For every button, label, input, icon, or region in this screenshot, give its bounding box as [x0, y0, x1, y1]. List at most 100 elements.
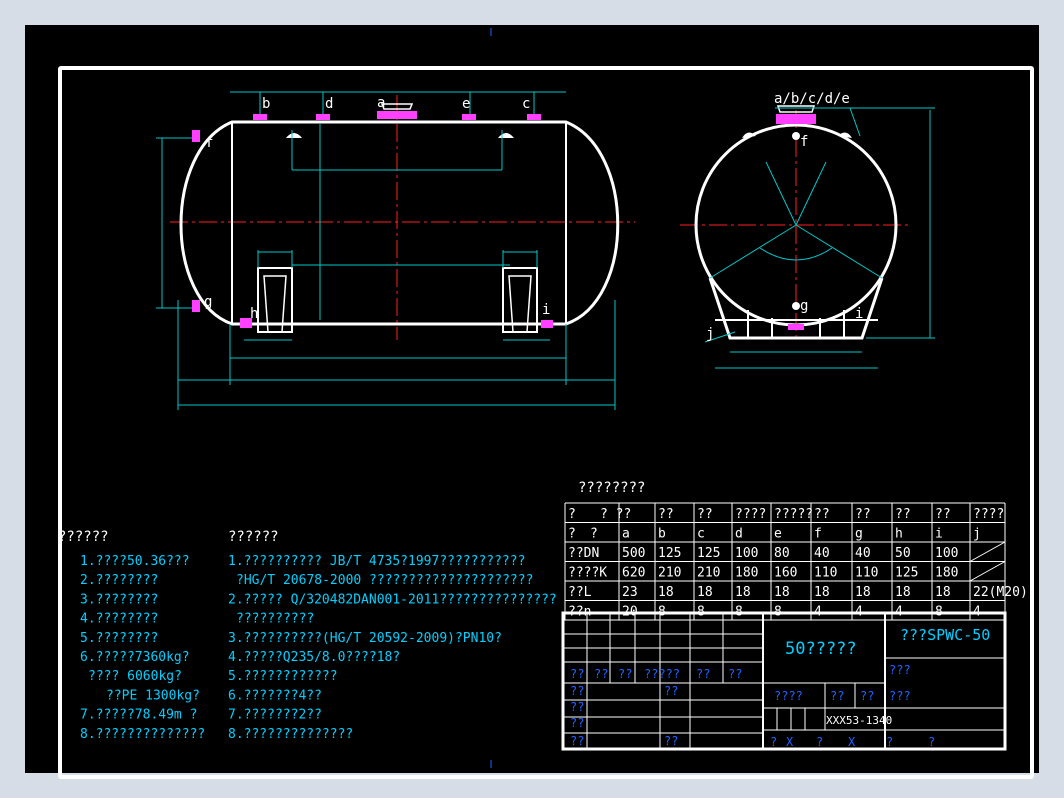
nozzle-c	[527, 114, 541, 120]
front-view: b d a e c f g h i	[156, 91, 635, 410]
tb-cell-label: ??	[570, 667, 584, 681]
tb-cell-label: X	[848, 735, 856, 749]
notes-left: ?????? 1.????50.36??? 2.???????? 3.???????…	[58, 529, 205, 742]
table-cell: ????K	[568, 566, 607, 581]
table-cell: 22(M20)	[973, 585, 1028, 600]
side-manway	[776, 114, 816, 124]
tb-cell-label: ??	[570, 716, 584, 730]
nozzle-e	[462, 114, 476, 120]
table-cell: 180	[735, 566, 758, 581]
table-cell: ????	[735, 507, 766, 522]
table-cell: 110	[814, 566, 837, 581]
table-cell: 125	[895, 566, 918, 581]
note-right-line: 1.?????????? JB/T 4735?1997???????????	[228, 554, 525, 569]
table-cell: ??	[855, 507, 871, 522]
table-cell: 100	[735, 546, 758, 561]
table-cell: h	[895, 527, 903, 542]
label-a: a	[377, 95, 385, 111]
nozzle-a-manway	[377, 111, 417, 119]
table-cell: e	[774, 527, 782, 542]
table-cell: ?????	[774, 507, 813, 522]
table-cell: ?	[568, 507, 576, 522]
table-cell: d	[735, 527, 743, 542]
table-cell: 80	[774, 546, 790, 561]
label-i: i	[542, 302, 550, 318]
cad-viewport[interactable]: b d a e c f g h i a/b/c/d/e f g i j ????…	[25, 25, 1039, 779]
nozzle-b	[253, 114, 267, 120]
tb-cell-label: ?????	[644, 667, 680, 681]
tb-cell-label: ??	[570, 684, 584, 698]
table-slash	[969, 541, 1006, 562]
tb-cell-label: ?	[770, 735, 777, 749]
table-cell: 210	[697, 566, 720, 581]
label-b: b	[262, 96, 270, 112]
drawing-code: XXX53-1340	[826, 714, 892, 727]
table-cell: 18	[658, 585, 674, 600]
table-cell: ????	[973, 507, 1004, 522]
note-right-line: 5.????????????	[228, 669, 338, 684]
note-right-line: 8.??????????????	[228, 727, 353, 742]
table-cell: 18	[935, 585, 951, 600]
saddle-right	[502, 267, 538, 333]
side-bottom-nozzle	[788, 324, 804, 330]
note-right-line: ??????????	[236, 612, 314, 627]
tb-cell-label: ??	[696, 667, 710, 681]
side-label-f: f	[800, 134, 808, 150]
label-g: g	[204, 294, 212, 310]
nozzle-table: ???????? ?? ????????????????????????????…	[564, 480, 1028, 621]
table-cell: 18	[895, 585, 911, 600]
label-d: d	[325, 96, 333, 112]
note-left-line: 2.????????	[80, 573, 158, 588]
drawing-number: ???SPWC-50	[900, 626, 990, 644]
tb-cell-label: ??	[618, 667, 632, 681]
table-cell: c	[697, 527, 705, 542]
side-label-j: j	[706, 326, 714, 342]
table-cell: ??L	[568, 585, 592, 600]
nozzle-i	[541, 320, 553, 328]
tb-cell-label: ???	[889, 663, 911, 677]
tb-cell-label: ?	[928, 735, 935, 749]
note-left-line: 5.????????	[80, 631, 158, 646]
notes-right-heading: ??????	[228, 529, 279, 545]
table-cell: 18	[774, 585, 790, 600]
table-cell: 18	[855, 585, 871, 600]
side-label-g: g	[800, 298, 808, 314]
table-cell: ??	[814, 507, 830, 522]
table-cell: 23	[622, 585, 638, 600]
table-cell: a	[622, 527, 630, 542]
nozzle-table-title: ????????	[578, 480, 645, 496]
tb-cell-label: ??	[830, 689, 844, 703]
table-cell: ??	[658, 507, 674, 522]
table-cell: b	[658, 527, 666, 542]
tb-cell-label: ??	[570, 734, 584, 748]
note-left-line: 1.????50.36???	[80, 554, 190, 569]
nozzle-g	[192, 300, 200, 312]
table-cell: 18	[697, 585, 713, 600]
tb-cell-label: ??	[570, 700, 584, 714]
note-right-line: 3.??????????(HG/T 20592-2009)?PN10?	[228, 631, 502, 646]
table-cell: 125	[697, 546, 720, 561]
top-nozzles	[192, 111, 553, 328]
table-cell: i	[935, 527, 943, 542]
note-left-line: 4.????????	[80, 612, 158, 627]
table-cell: ??	[697, 507, 713, 522]
table-cell: 100	[935, 546, 958, 561]
label-c: c	[522, 96, 530, 112]
tb-cell-label: X	[786, 735, 794, 749]
nozzle-d	[316, 114, 330, 120]
tb-cell-label: ???	[889, 689, 911, 703]
saddle-left	[257, 267, 293, 333]
table-cell: j	[973, 527, 981, 542]
table-cell: f	[814, 527, 822, 542]
table-cell: 18	[735, 585, 751, 600]
table-cell: g	[855, 527, 863, 542]
note-right-line: 2.????? Q/320482DAN001-2011?????????????…	[228, 592, 557, 607]
note-left-line: ???? 6060kg?	[88, 669, 182, 684]
note-left-line: 8.??????????????	[80, 727, 205, 742]
nozzle-f	[192, 130, 200, 142]
label-e: e	[462, 96, 470, 112]
label-h: h	[250, 306, 258, 322]
ladder-lug-left	[286, 133, 302, 138]
note-left-line: 6.?????7360kg?	[80, 650, 190, 665]
notes-right: ?????? 1.?????????? JB/T 4735?1997??????…	[228, 529, 557, 742]
